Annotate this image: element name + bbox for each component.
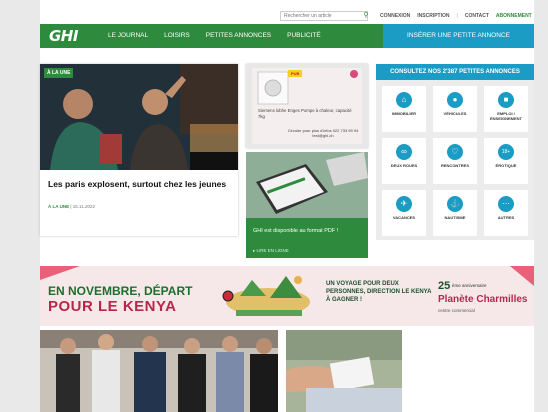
classifieds-grid: ⌂ IMMOBILIER ● VÉHICULES ■ EMPLOI / ENSEIGN… — [382, 86, 528, 236]
ad-content: PUB Siemens lobhe Enges Pompe à chaleur,… — [252, 68, 362, 144]
anniversary-text: ème anniversaire — [452, 283, 487, 288]
category-immobilier[interactable]: ⌂ IMMOBILIER — [382, 86, 426, 132]
category-deux-roues[interactable]: ∞ DEUX ROUES — [382, 138, 426, 184]
kenya-banner[interactable]: EN NOVEMBRE, DÉPART POUR LE KENYA UN VOY… — [40, 266, 534, 326]
top-links: CONNEXION INSCRIPTION | CONTACT ABONNEME… — [380, 13, 532, 19]
contact-link[interactable]: CONTACT — [465, 13, 489, 19]
main-navbar: GHI LE JOURNAL LOISIRS PETITES ANNONCES … — [40, 24, 534, 48]
divider: | — [456, 13, 458, 19]
nav-item-loisirs[interactable]: LOISIRS — [164, 32, 190, 39]
category-vacances[interactable]: ✈ VACANCES — [382, 190, 426, 236]
category-label: VÉHICULES — [443, 111, 467, 116]
category-label: VACANCES — [392, 215, 416, 220]
feature-date: 15.11.2022 — [72, 204, 95, 209]
category-emploi[interactable]: ■ EMPLOI / ENSEIGNEMENT — [484, 86, 528, 132]
feature-image[interactable]: À LA UNE — [40, 64, 238, 170]
ad-box[interactable]: PUB Siemens lobhe Enges Pompe à chaleur,… — [246, 64, 368, 148]
site-logo[interactable]: GHI — [49, 27, 78, 45]
tablet-keyboard-image — [246, 152, 368, 218]
read-online-link[interactable]: ▸ LIRE EN LIGNE — [253, 248, 289, 254]
news-photo-politicians[interactable] — [40, 330, 278, 412]
pdf-promo[interactable]: GHI est disponible au format PDF ! ▸ LIR… — [246, 152, 368, 258]
category-label: EMPLOI / ENSEIGNEMENT — [489, 111, 522, 121]
insert-ad-button[interactable]: INSÉRER UNE PETITE ANNONCE — [383, 24, 534, 48]
category-erotique[interactable]: 18+ ÉROTIQUE — [484, 138, 528, 184]
heart-icon: ♡ — [447, 144, 463, 160]
nav-item-journal[interactable]: LE JOURNAL — [108, 32, 148, 39]
house-icon: ⌂ — [396, 92, 412, 108]
main-nav: LE JOURNAL LOISIRS PETITES ANNONCES PUBL… — [108, 32, 321, 39]
anchor-icon: ⚓ — [447, 196, 463, 212]
plane-icon: ✈ — [396, 196, 412, 212]
page: ⚲ CONNEXION INSCRIPTION | CONTACT ABONNE… — [40, 0, 534, 412]
search-input[interactable] — [280, 11, 368, 21]
feature-article[interactable]: À LA UNE Les paris explosent, surtout ch… — [40, 64, 238, 236]
category-vehicules[interactable]: ● VÉHICULES — [433, 86, 477, 132]
login-link[interactable]: CONNEXION — [380, 13, 410, 19]
brand-subtitle: centre commercial — [438, 308, 475, 313]
feature-meta: À LA UNE | 15.11.2022 — [48, 204, 95, 209]
group-photo — [40, 330, 278, 412]
category-label: ÉROTIQUE — [495, 163, 517, 168]
category-label: AUTRES — [497, 215, 515, 220]
news-photo-vote[interactable] — [286, 330, 402, 412]
subscription-link[interactable]: ABONNEMENT — [496, 13, 532, 19]
category-label: NAUTISME — [444, 215, 466, 220]
category-label: RENCONTRES — [440, 163, 469, 168]
category-rencontres[interactable]: ♡ RENCONTRES — [433, 138, 477, 184]
feature-section[interactable]: À LA UNE — [48, 204, 69, 209]
banner-headline-2: POUR LE KENYA — [48, 298, 177, 315]
category-nautisme[interactable]: ⚓ NAUTISME — [433, 190, 477, 236]
top-bar: ⚲ CONNEXION INSCRIPTION | CONTACT ABONNE… — [40, 8, 534, 24]
anniversary-number: 25 — [438, 280, 451, 292]
banner-headline-1: EN NOVEMBRE, DÉPART — [48, 284, 193, 298]
register-link[interactable]: INSCRIPTION — [417, 13, 449, 19]
classifieds-title: CONSULTEZ NOS 2'387 PETITES ANNONCES — [376, 64, 534, 80]
dots-icon: ⋯ — [498, 196, 514, 212]
pdf-text: GHI est disponible au format PDF ! — [253, 228, 339, 234]
ad-text-main: Siemens lobhe Enges Pompe à chaleur, cap… — [258, 108, 352, 119]
steering-wheel-icon: ● — [447, 92, 463, 108]
brand-name: Planète Charmilles — [438, 294, 528, 305]
nav-item-publicite[interactable]: PUBLICITÉ — [287, 32, 321, 39]
18plus-icon: 18+ — [498, 144, 514, 160]
search-icon[interactable]: ⚲ — [361, 11, 371, 21]
nav-item-petites-annonces[interactable]: PETITES ANNONCES — [206, 32, 271, 39]
pdf-image — [246, 152, 368, 218]
category-label: IMMOBILIER — [392, 111, 416, 116]
feature-photo — [40, 64, 238, 170]
feature-title[interactable]: Les paris explosent, surtout chez les je… — [48, 179, 228, 190]
ballot-photo — [286, 330, 402, 412]
bike-icon: ∞ — [396, 144, 412, 160]
ad-label: PUB — [288, 70, 303, 77]
banner-contest-text: UN VOYAGE POUR DEUX PERSONNES, DIRECTION… — [326, 281, 432, 304]
briefcase-icon: ■ — [498, 92, 514, 108]
category-autres[interactable]: ⋯ AUTRES — [484, 190, 528, 236]
ad-text-contact: Circuler pour plus d'infos 022 733 99 94… — [287, 128, 359, 139]
heat-pump-image — [252, 68, 362, 106]
classifieds-panel: CONSULTEZ NOS 2'387 PETITES ANNONCES ⌂ IM… — [376, 64, 534, 240]
feature-tag: À LA UNE — [44, 68, 74, 78]
category-label: DEUX ROUES — [390, 163, 418, 168]
